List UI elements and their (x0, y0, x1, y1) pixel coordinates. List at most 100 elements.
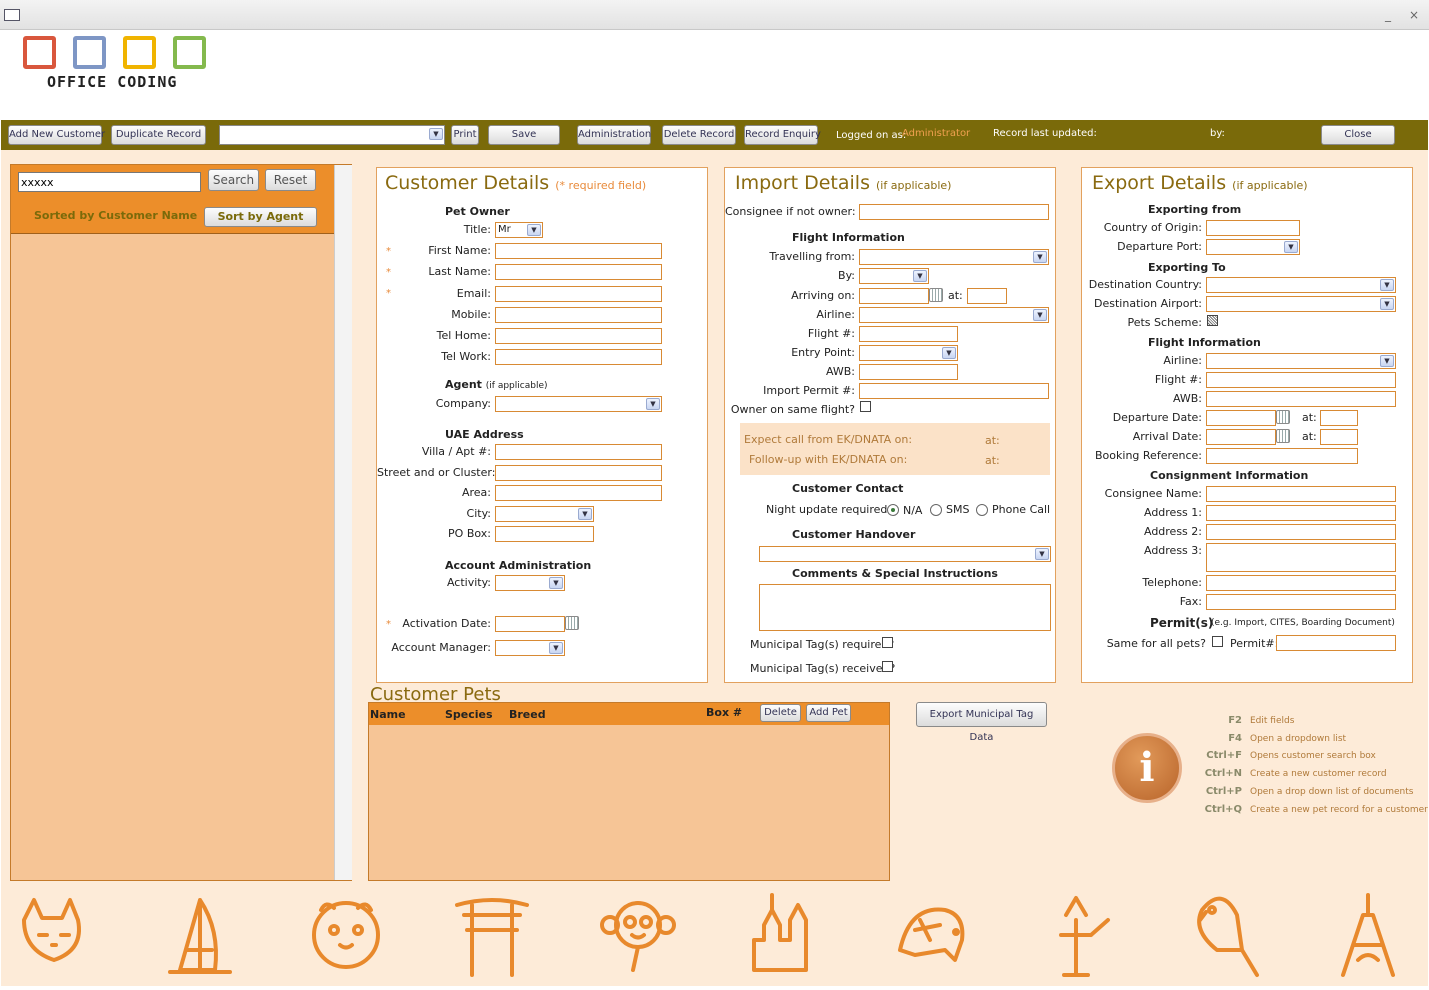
departure-time-field[interactable] (1320, 410, 1358, 426)
save-button[interactable]: Save (488, 125, 560, 145)
chevron-down-icon[interactable]: ▼ (942, 347, 956, 359)
calendar-icon[interactable] (565, 616, 579, 630)
search-input[interactable] (18, 172, 201, 192)
chevron-down-icon[interactable]: ▼ (646, 398, 660, 410)
close-window-button[interactable]: × (1409, 8, 1419, 22)
chevron-down-icon[interactable]: ▼ (1284, 241, 1298, 253)
calendar-icon[interactable] (1276, 429, 1290, 443)
sort-by-agent-button[interactable]: Sort by Agent (204, 207, 317, 227)
first-name-field[interactable] (495, 243, 662, 259)
delete-pet-button[interactable]: Delete (760, 704, 801, 722)
minimize-button[interactable]: _ (1385, 8, 1391, 22)
db-form-icon[interactable] (4, 9, 20, 21)
chevron-down-icon[interactable]: ▼ (1380, 279, 1394, 291)
close-button[interactable]: Close (1321, 125, 1395, 145)
address3-field[interactable] (1206, 543, 1396, 572)
customer-handover-select[interactable]: ▼ (759, 546, 1051, 562)
city-select[interactable]: ▼ (495, 506, 594, 522)
consignee-name-field[interactable] (1206, 486, 1396, 502)
travelling-from-select[interactable]: ▼ (859, 249, 1049, 265)
arrival-at-label: at: (1302, 430, 1317, 443)
po-box-field[interactable] (495, 526, 594, 542)
list-scrollbar[interactable] (334, 165, 352, 880)
awb-field[interactable] (859, 364, 958, 380)
mobile-field[interactable] (495, 307, 662, 323)
same-for-all-checkbox[interactable] (1212, 636, 1223, 647)
pets-scheme-checkbox[interactable] (1207, 315, 1218, 326)
comments-field[interactable] (759, 584, 1051, 631)
villa-field[interactable] (495, 444, 662, 460)
account-manager-select[interactable]: ▼ (495, 640, 565, 656)
arrival-time-field[interactable] (1320, 429, 1358, 445)
add-pet-button[interactable]: Add Pet (806, 704, 851, 722)
email-field[interactable] (495, 286, 662, 302)
activity-select[interactable]: ▼ (495, 575, 565, 591)
document-select[interactable]: ▼ (219, 125, 445, 145)
customer-details-panel: Customer Details (* required field) Pet … (376, 167, 708, 683)
chevron-down-icon[interactable]: ▼ (1380, 355, 1394, 367)
tel-home-field[interactable] (495, 328, 662, 344)
chevron-down-icon[interactable]: ▼ (527, 224, 541, 236)
flight-info-heading: Flight Information (792, 231, 905, 244)
departure-date-field[interactable] (1206, 410, 1276, 426)
telephone-field[interactable] (1206, 575, 1396, 591)
tag-received-checkbox[interactable] (882, 661, 893, 672)
calendar-icon[interactable] (1276, 410, 1290, 424)
import-permit-field[interactable] (859, 383, 1049, 399)
search-button[interactable]: Search (208, 169, 259, 191)
dest-country-select[interactable]: ▼ (1206, 277, 1396, 293)
area-field[interactable] (495, 485, 662, 501)
chevron-down-icon[interactable]: ▼ (1033, 309, 1047, 321)
departure-port-select[interactable]: ▼ (1206, 239, 1300, 255)
tel-work-field[interactable] (495, 349, 662, 365)
chevron-down-icon[interactable]: ▼ (549, 642, 563, 654)
activation-date-field[interactable] (495, 616, 565, 632)
by-select[interactable]: ▼ (859, 268, 929, 284)
entry-point-select[interactable]: ▼ (859, 345, 958, 361)
dest-airport-select[interactable]: ▼ (1206, 296, 1396, 312)
chevron-down-icon[interactable]: ▼ (1033, 251, 1047, 263)
arriving-time-field[interactable] (967, 288, 1007, 304)
title-select[interactable]: Mr ▼ (495, 222, 543, 238)
address1-field[interactable] (1206, 505, 1396, 521)
reset-button[interactable]: Reset (265, 169, 316, 191)
chevron-down-icon[interactable]: ▼ (913, 270, 927, 282)
owner-same-flight-checkbox[interactable] (860, 401, 871, 412)
permit-no-field[interactable] (1276, 635, 1396, 651)
chevron-down-icon[interactable]: ▼ (1035, 548, 1049, 560)
export-awb-field[interactable] (1206, 391, 1396, 407)
company-select[interactable]: ▼ (495, 396, 662, 412)
fax-field[interactable] (1206, 594, 1396, 610)
night-update-na-radio[interactable] (887, 504, 899, 516)
chevron-down-icon[interactable]: ▼ (1380, 298, 1394, 310)
booking-ref-field[interactable] (1206, 448, 1358, 464)
export-tag-data-button[interactable]: Export Municipal Tag Data (916, 702, 1047, 743)
administration-button[interactable]: Administration (577, 125, 651, 145)
export-airline-select[interactable]: ▼ (1206, 353, 1396, 369)
flight-no-field[interactable] (859, 326, 958, 342)
address2-field[interactable] (1206, 524, 1396, 540)
street-field[interactable] (495, 465, 662, 481)
arriving-at-label: at: (948, 289, 963, 302)
airline-select[interactable]: ▼ (859, 307, 1049, 323)
last-name-field[interactable] (495, 264, 662, 280)
night-update-phone-radio[interactable] (976, 504, 988, 516)
add-new-customer-button[interactable]: Add New Customer (8, 125, 105, 145)
chevron-down-icon[interactable]: ▼ (549, 577, 563, 589)
print-button[interactable]: Print (451, 125, 479, 145)
delete-record-button[interactable]: Delete Record (662, 125, 736, 145)
calendar-icon[interactable] (929, 288, 943, 302)
duplicate-record-button[interactable]: Duplicate Record (111, 125, 206, 145)
customer-list-panel: Search Reset Sorted by Customer Name Sor… (10, 164, 352, 881)
chevron-down-icon[interactable]: ▼ (429, 128, 443, 140)
tag-required-checkbox[interactable] (882, 637, 893, 648)
night-update-sms-radio[interactable] (930, 504, 942, 516)
uae-address-heading: UAE Address (445, 428, 524, 441)
arriving-on-field[interactable] (859, 288, 929, 304)
record-enquiry-button[interactable]: Record Enquiry (744, 125, 821, 145)
chevron-down-icon[interactable]: ▼ (578, 508, 592, 520)
arrival-date-field[interactable] (1206, 429, 1276, 445)
consignee-field[interactable] (859, 204, 1049, 220)
country-origin-field[interactable] (1206, 220, 1300, 236)
export-flight-no-field[interactable] (1206, 372, 1396, 388)
